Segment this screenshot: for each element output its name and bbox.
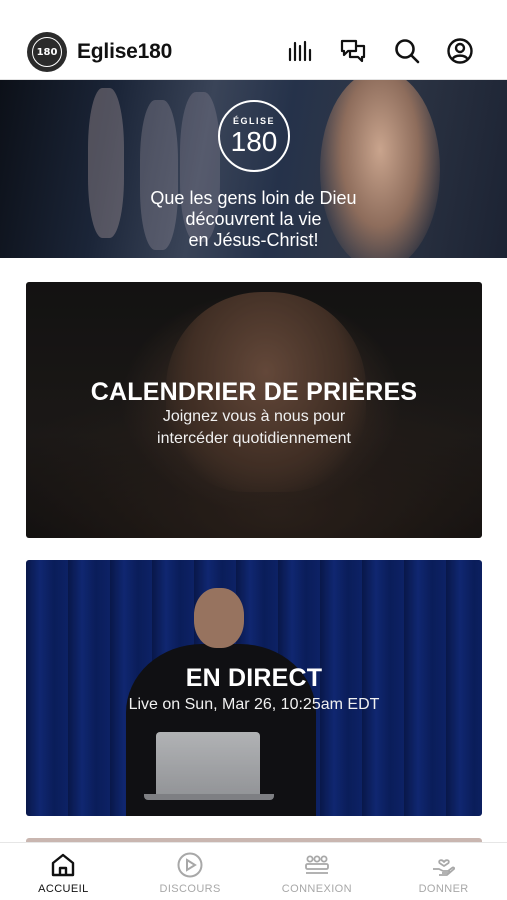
worship-team-figure	[88, 88, 124, 238]
hero-tagline-line: en Jésus-Christ!	[188, 230, 319, 250]
giving-hand-icon	[432, 859, 455, 876]
prayer-calendar-card[interactable]: CALENDRIER DE PRIÈRES Joignez vous à nou…	[26, 282, 482, 538]
tab-label: CONNEXION	[281, 883, 352, 895]
card-title: EN DIRECT	[185, 664, 323, 692]
hero-logo-top: ÉGLISE	[232, 116, 275, 126]
tab-accueil[interactable]: ACCUEIL	[0, 843, 127, 900]
card-subtitle: Joignez vous à nous pour intercéder quot…	[157, 408, 351, 447]
app-header: 180 Eglise180	[0, 0, 507, 80]
hero-logo: ÉGLISE 180	[218, 100, 290, 172]
church-logo-mark: 180	[32, 37, 62, 67]
hero-tagline-line: Que les gens loin de Dieu	[150, 188, 357, 208]
bottom-tab-bar: ACCUEIL DISCOURS CONNEXION DONNER	[0, 842, 507, 900]
tab-label: ACCUEIL	[38, 883, 89, 895]
church-logo[interactable]: 180	[27, 32, 67, 72]
account-icon[interactable]	[445, 36, 475, 66]
hero-tagline: Que les gens loin de Dieu découvrent la …	[120, 188, 387, 251]
play-circle-icon	[177, 852, 203, 878]
tab-connexion[interactable]: CONNEXION	[254, 843, 381, 900]
hero-banner[interactable]: ÉGLISE 180 Que les gens loin de Dieu déc…	[0, 80, 507, 258]
card-title: CALENDRIER DE PRIÈRES	[90, 378, 418, 406]
app-title: Eglise180	[77, 40, 173, 63]
audio-bars-icon[interactable]	[284, 36, 314, 66]
card-subtitle: Live on Sun, Mar 26, 10:25am EDT	[128, 696, 380, 713]
chat-bubbles-icon[interactable]	[338, 36, 368, 66]
tab-label: DISCOURS	[159, 883, 221, 895]
hero-tagline-line: découvrent la vie	[185, 209, 322, 229]
live-stream-card[interactable]: EN DIRECT Live on Sun, Mar 26, 10:25am E…	[26, 560, 482, 816]
tab-donner[interactable]: DONNER	[380, 843, 507, 900]
people-group-icon	[304, 855, 329, 874]
tab-label: DONNER	[418, 883, 469, 895]
hero-logo-number: 180	[230, 126, 278, 157]
home-icon	[52, 853, 75, 877]
search-icon[interactable]	[392, 36, 422, 66]
tab-discours[interactable]: DISCOURS	[127, 843, 254, 900]
